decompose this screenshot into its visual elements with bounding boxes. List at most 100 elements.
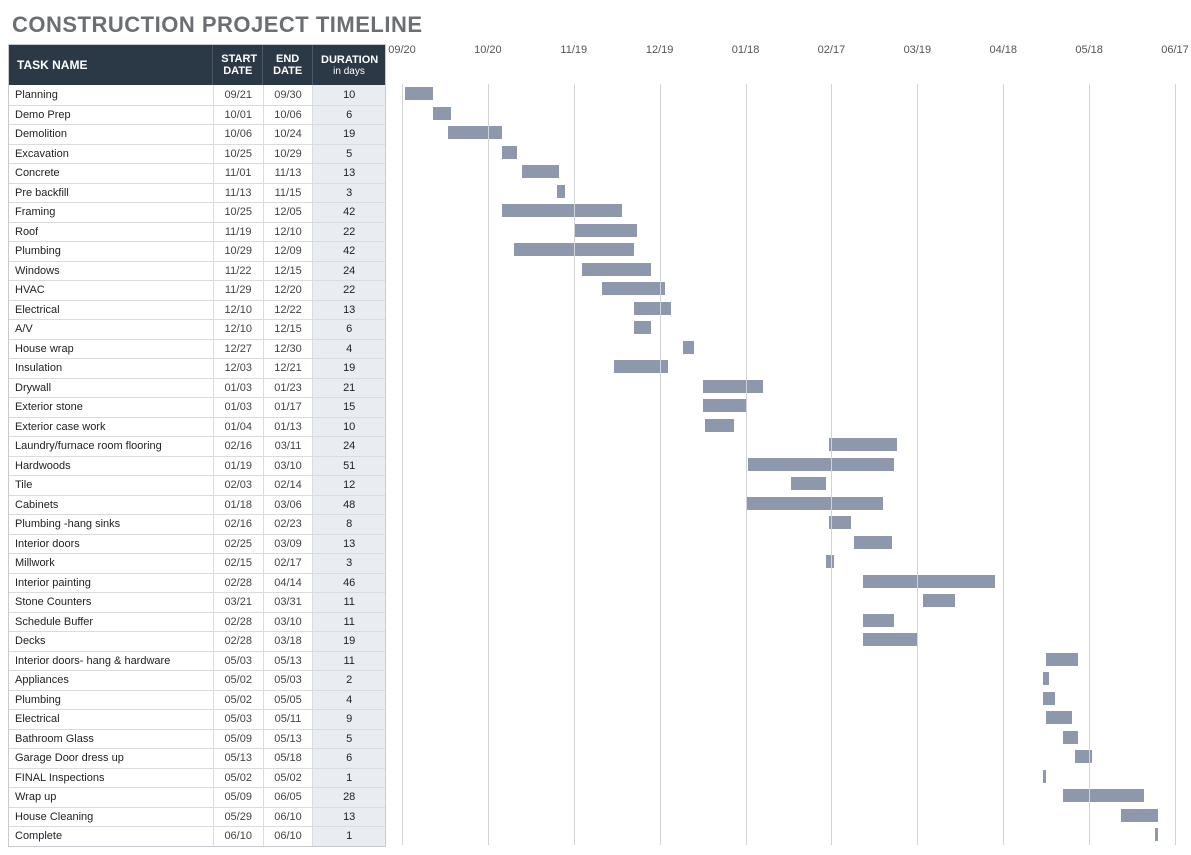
task-duration: 11 [313, 613, 385, 632]
task-start: 05/02 [214, 671, 264, 690]
task-duration: 22 [313, 281, 385, 300]
axis-tick: 06/17 [1161, 44, 1189, 56]
task-duration: 6 [313, 320, 385, 339]
task-start: 10/01 [214, 106, 264, 125]
task-name: Decks [9, 632, 214, 651]
task-start: 02/28 [214, 613, 264, 632]
bar-row [402, 416, 1183, 436]
bar-row [402, 221, 1183, 241]
gantt-bar [502, 146, 516, 159]
table-row: HVAC11/2912/2022 [9, 280, 385, 300]
task-table: TASK NAME START DATE END DATE DURATION i… [8, 44, 386, 847]
task-end: 12/30 [264, 340, 314, 359]
gantt-bar [863, 614, 894, 627]
task-start: 01/19 [214, 457, 264, 476]
task-start: 05/02 [214, 691, 264, 710]
axis-tick: 09/20 [388, 44, 416, 56]
task-start: 10/25 [214, 145, 264, 164]
task-start: 01/04 [214, 418, 264, 437]
task-name: Tile [9, 476, 214, 495]
table-row: Pre backfill11/1311/153 [9, 183, 385, 203]
gridline [660, 84, 661, 845]
bar-row [402, 474, 1183, 494]
task-end: 03/09 [264, 535, 314, 554]
task-duration: 10 [313, 418, 385, 437]
task-start: 11/13 [214, 184, 264, 203]
chart-bars [402, 84, 1183, 845]
task-start: 10/29 [214, 242, 264, 261]
gantt-bar [405, 87, 434, 100]
table-row: Exterior case work01/0401/1310 [9, 417, 385, 437]
task-end: 03/06 [264, 496, 314, 515]
task-start: 09/21 [214, 85, 264, 105]
table-row: Windows11/2212/1524 [9, 261, 385, 281]
gantt-bar [1155, 828, 1158, 841]
task-end: 09/30 [264, 85, 314, 105]
task-end: 06/05 [264, 788, 314, 807]
task-duration: 15 [313, 398, 385, 417]
task-start: 12/27 [214, 340, 264, 359]
task-end: 03/10 [264, 457, 314, 476]
task-end: 05/11 [264, 710, 314, 729]
task-duration: 48 [313, 496, 385, 515]
task-duration: 13 [313, 808, 385, 827]
task-duration: 21 [313, 379, 385, 398]
gridline [1089, 84, 1090, 845]
task-start: 01/03 [214, 398, 264, 417]
task-name: Roof [9, 223, 214, 242]
gantt-bar [748, 458, 894, 471]
gantt-bar [1043, 770, 1046, 783]
task-start: 01/03 [214, 379, 264, 398]
task-name: Plumbing -hang sinks [9, 515, 214, 534]
axis-tick: 10/20 [474, 44, 502, 56]
bar-row [402, 143, 1183, 163]
gridline [488, 84, 489, 845]
task-end: 05/18 [264, 749, 314, 768]
task-name: Drywall [9, 379, 214, 398]
bar-row [402, 747, 1183, 767]
task-start: 05/03 [214, 710, 264, 729]
task-name: House Cleaning [9, 808, 214, 827]
bar-row [402, 162, 1183, 182]
task-duration: 8 [313, 515, 385, 534]
table-row: Schedule Buffer02/2803/1011 [9, 612, 385, 632]
table-row: Decks02/2803/1819 [9, 631, 385, 651]
gantt-bar [791, 477, 825, 490]
task-end: 05/13 [264, 652, 314, 671]
task-name: Cabinets [9, 496, 214, 515]
bar-row [402, 260, 1183, 280]
task-name: Interior painting [9, 574, 214, 593]
table-header: TASK NAME START DATE END DATE DURATION i… [9, 45, 385, 85]
bar-row [402, 533, 1183, 553]
task-name: Electrical [9, 301, 214, 320]
table-row: Roof11/1912/1022 [9, 222, 385, 242]
task-name: Plumbing [9, 691, 214, 710]
axis-tick: 01/18 [732, 44, 760, 56]
task-start: 05/02 [214, 769, 264, 788]
task-start: 05/13 [214, 749, 264, 768]
task-duration: 1 [313, 827, 385, 846]
task-duration: 42 [313, 242, 385, 261]
task-name: Excavation [9, 145, 214, 164]
task-name: Schedule Buffer [9, 613, 214, 632]
bar-row [402, 494, 1183, 514]
table-row: Exterior stone01/0301/1715 [9, 397, 385, 417]
table-row: Laundry/furnace room flooring02/1603/112… [9, 436, 385, 456]
gantt-bar [1046, 711, 1072, 724]
task-duration: 6 [313, 749, 385, 768]
task-duration: 5 [313, 730, 385, 749]
task-name: Framing [9, 203, 214, 222]
gantt-bar [1046, 653, 1077, 666]
bar-row [402, 455, 1183, 475]
bar-row [402, 611, 1183, 631]
col-header-duration-sub: in days [321, 66, 377, 77]
table-row: Interior doors- hang & hardware05/0305/1… [9, 651, 385, 671]
task-name: Appliances [9, 671, 214, 690]
task-duration: 22 [313, 223, 385, 242]
bar-row [402, 552, 1183, 572]
task-name: Complete [9, 827, 214, 846]
task-name: Demo Prep [9, 106, 214, 125]
gantt-bar [634, 321, 651, 334]
task-duration: 3 [313, 554, 385, 573]
task-duration: 1 [313, 769, 385, 788]
